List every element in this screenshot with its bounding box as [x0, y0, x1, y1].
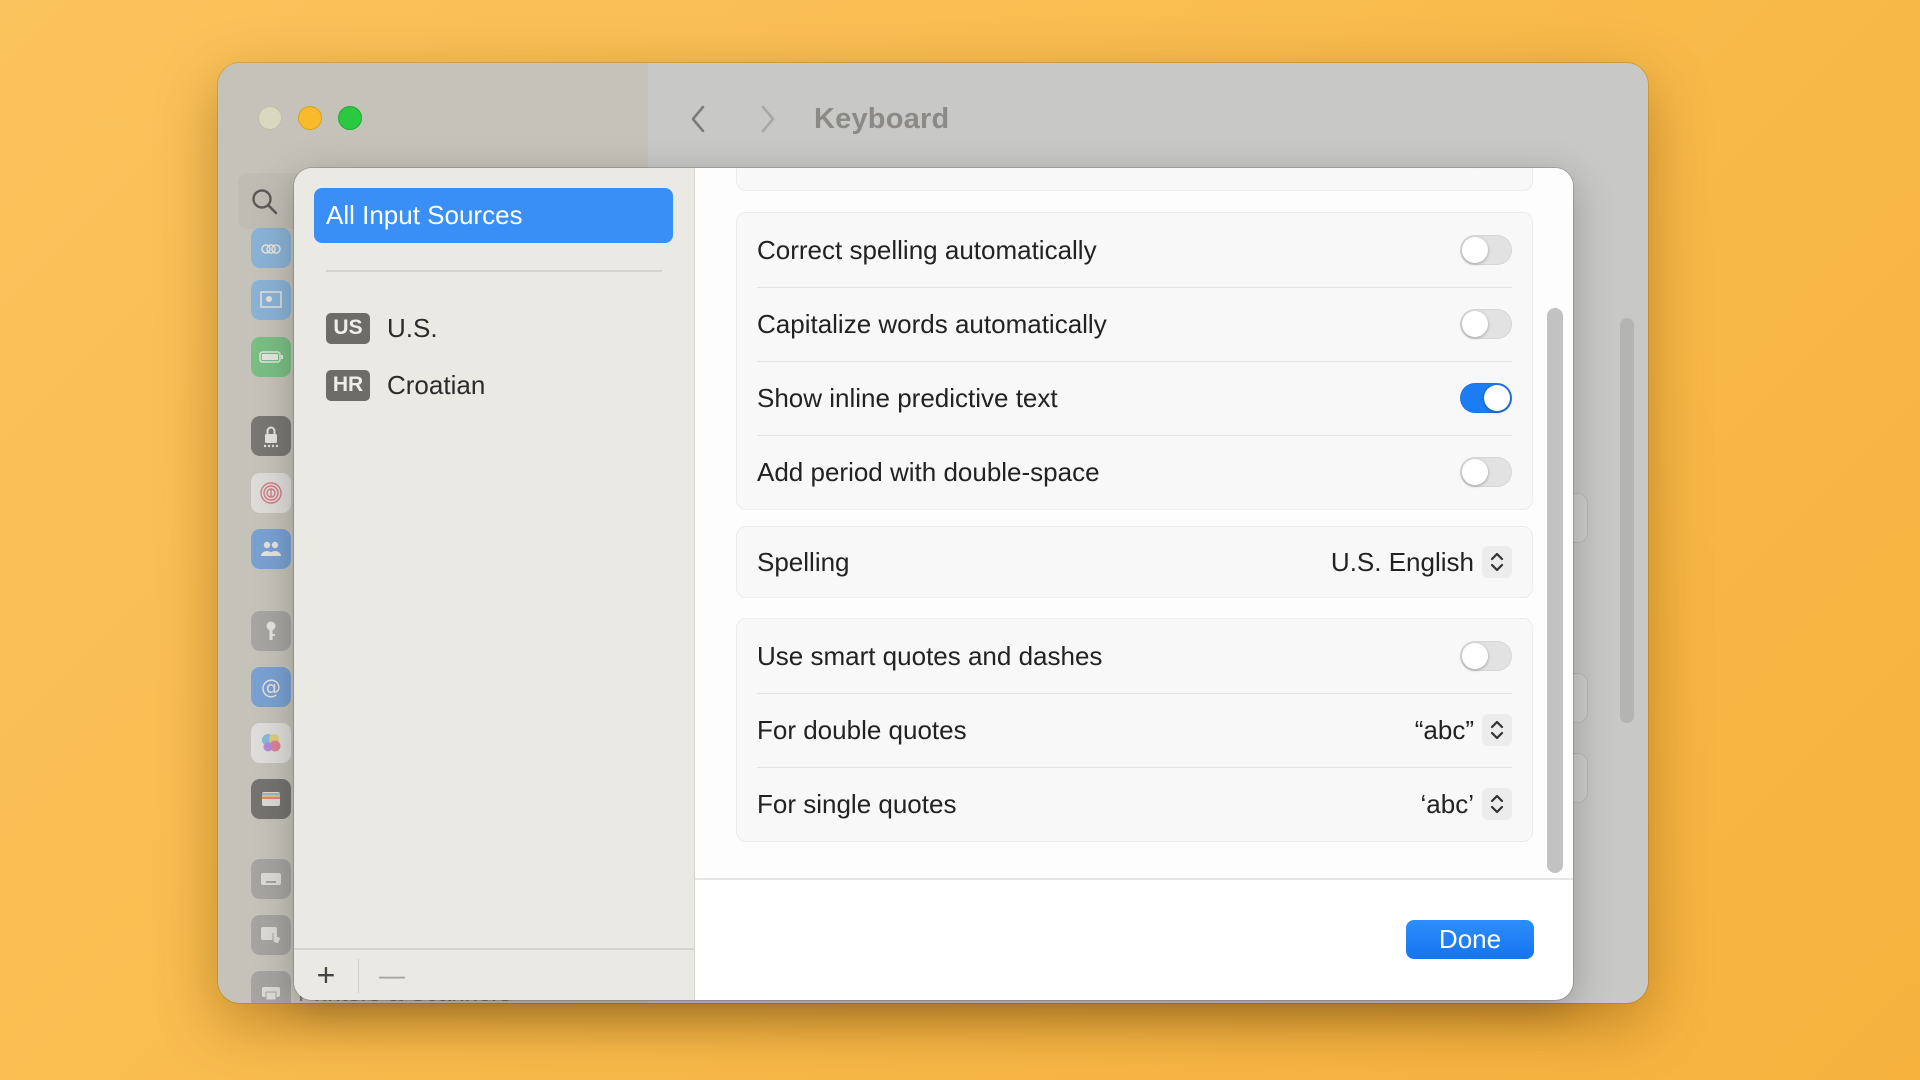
- predictive-text-toggle[interactable]: [1460, 383, 1512, 413]
- toggle-knob: [1484, 385, 1510, 411]
- double-quotes-popup[interactable]: “abc”: [1415, 714, 1512, 746]
- input-sources-sheet: All Input Sources US U.S. HR Croatian + …: [294, 168, 1573, 1000]
- footer-separator: [358, 959, 359, 993]
- back-button[interactable]: [678, 99, 718, 139]
- list-divider: [326, 270, 662, 272]
- smart-quotes-toggle[interactable]: [1460, 641, 1512, 671]
- source-label: U.S.: [387, 312, 438, 343]
- list-footer: + —: [294, 948, 694, 1000]
- setting-row-single-quotes: For single quotes ‘abc’: [737, 767, 1532, 841]
- setting-row-spelling: Spelling U.S. English: [737, 527, 1532, 597]
- setting-label: Use smart quotes and dashes: [757, 640, 1103, 671]
- game-center-icon[interactable]: [251, 723, 291, 763]
- popup-value: ‘abc’: [1420, 788, 1474, 819]
- settings-scrollbar[interactable]: [1547, 308, 1563, 873]
- spelling-popup[interactable]: U.S. English: [1331, 546, 1512, 578]
- settings-card-partial: [736, 168, 1533, 191]
- all-input-sources-item[interactable]: All Input Sources: [314, 188, 673, 243]
- source-badge: HR: [326, 369, 370, 401]
- source-badge: US: [326, 312, 370, 344]
- popup-value: “abc”: [1414, 714, 1474, 745]
- setting-label: Correct spelling automatically: [757, 234, 1097, 265]
- printers-icon[interactable]: [251, 971, 291, 1003]
- input-sources-list-pane: All Input Sources US U.S. HR Croatian + …: [294, 168, 695, 1000]
- smart-quotes-card: Use smart quotes and dashes For double q…: [736, 618, 1533, 842]
- add-source-button[interactable]: +: [306, 957, 346, 993]
- toggle-knob: [1462, 237, 1488, 263]
- setting-row-smart-quotes: Use smart quotes and dashes: [737, 619, 1532, 693]
- input-source-croatian[interactable]: HR Croatian: [326, 365, 485, 405]
- battery-icon[interactable]: [251, 337, 291, 377]
- lock-screen-icon[interactable]: [251, 416, 291, 456]
- setting-row-double-quotes: For double quotes “abc”: [737, 693, 1532, 767]
- setting-label: Spelling: [757, 546, 850, 577]
- setting-label: For single quotes: [757, 788, 957, 819]
- toggle-knob: [1462, 311, 1488, 337]
- users-groups-icon[interactable]: [251, 529, 291, 569]
- up-down-chevron-icon: [1482, 546, 1512, 578]
- setting-row-capitalize-words: Capitalize words automatically: [737, 287, 1532, 361]
- spelling-card: Spelling U.S. English: [736, 526, 1533, 598]
- capitalize-words-toggle[interactable]: [1460, 309, 1512, 339]
- svg-text:@: @: [261, 675, 281, 699]
- screen-saver-icon[interactable]: [251, 228, 291, 268]
- setting-row-predictive-text: Show inline predictive text: [737, 361, 1532, 435]
- setting-label: Capitalize words automatically: [757, 308, 1107, 339]
- double-space-period-toggle[interactable]: [1460, 457, 1512, 487]
- keyboard-icon[interactable]: [251, 859, 291, 899]
- source-label: Croatian: [387, 369, 486, 400]
- chevron-right-icon: [761, 105, 775, 133]
- correct-spelling-toggle[interactable]: [1460, 235, 1512, 265]
- setting-label: Add period with double-space: [757, 456, 1100, 487]
- single-quotes-popup[interactable]: ‘abc’: [1421, 788, 1512, 820]
- text-input-card: Correct spelling automatically Capitaliz…: [736, 212, 1533, 510]
- settings-pane: Correct spelling automatically Capitaliz…: [695, 168, 1573, 880]
- passwords-icon[interactable]: [251, 611, 291, 651]
- chevron-left-icon: [691, 105, 705, 133]
- toolbar-nav: Keyboard: [678, 99, 949, 139]
- setting-row-correct-spelling: Correct spelling automatically: [737, 213, 1532, 287]
- internet-accounts-icon[interactable]: @: [251, 667, 291, 707]
- wallet-icon[interactable]: [251, 779, 291, 819]
- traffic-lights: [258, 106, 362, 130]
- touch-id-icon[interactable]: [251, 473, 291, 513]
- popup-value: U.S. English: [1330, 546, 1474, 577]
- remove-source-button[interactable]: —: [372, 957, 412, 993]
- maximize-button[interactable]: [338, 106, 362, 130]
- toggle-knob: [1462, 459, 1488, 485]
- input-source-us[interactable]: US U.S.: [326, 308, 438, 348]
- window-scrollbar[interactable]: [1620, 318, 1634, 723]
- trackpad-icon[interactable]: [251, 915, 291, 955]
- window-title: Keyboard: [814, 102, 950, 135]
- close-button[interactable]: [258, 106, 282, 130]
- done-button[interactable]: Done: [1406, 920, 1534, 959]
- search-icon: [252, 189, 278, 215]
- setting-row-double-space-period: Add period with double-space: [737, 435, 1532, 509]
- toggle-knob: [1462, 643, 1488, 669]
- setting-label: For double quotes: [757, 714, 967, 745]
- minimize-button[interactable]: [298, 106, 322, 130]
- up-down-chevron-icon: [1482, 714, 1512, 746]
- up-down-chevron-icon: [1482, 788, 1512, 820]
- forward-button[interactable]: [748, 99, 788, 139]
- desktop-dock-icon[interactable]: [251, 280, 291, 320]
- setting-label: Show inline predictive text: [757, 382, 1058, 413]
